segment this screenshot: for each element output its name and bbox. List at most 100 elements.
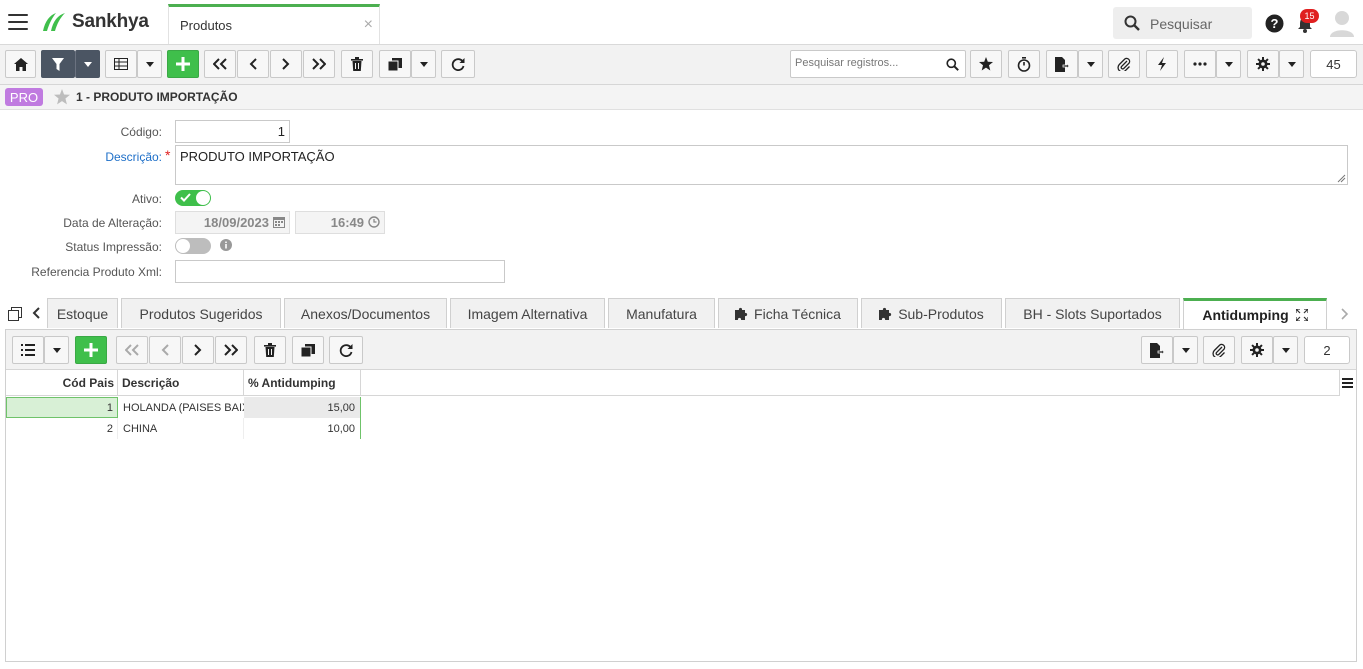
filter-button[interactable] [41,50,75,78]
app-header: Sankhya Produtos × Pesquisar ? 15 [0,0,1363,45]
file-export-icon [1055,56,1069,72]
tab-anexos-documentos[interactable]: Anexos/Documentos [284,298,447,328]
menu-icon[interactable] [8,14,28,30]
export-button[interactable] [1046,50,1078,78]
ellipsis-icon [1193,62,1207,66]
search-icon[interactable] [946,58,959,71]
next-record-button[interactable] [270,50,302,78]
resize-handle-icon[interactable] [1337,174,1346,183]
chevron-left-icon[interactable] [32,307,40,319]
tab-label: Anexos/Documentos [300,305,431,322]
records-search-input[interactable] [795,57,945,69]
detail-settings-button[interactable] [1241,336,1273,364]
tab-produtos[interactable]: Produtos × [168,4,380,44]
status-impressao-toggle[interactable] [175,238,211,254]
page-size-field[interactable]: 45 [1310,50,1357,78]
tab-bh-slots-suportados[interactable]: BH - Slots Suportados [1005,298,1180,328]
duplicate-button[interactable] [379,50,411,78]
tab-ficha-tecnica[interactable]: Ficha Técnica [718,298,858,328]
home-button[interactable] [5,50,36,78]
detail-first-button[interactable] [116,336,148,364]
tab-produtos-label: Produtos [180,18,233,33]
column-header-cod-pais[interactable]: Cód Pais [6,370,118,396]
detail-previous-button[interactable] [149,336,181,364]
last-record-button[interactable] [303,50,335,78]
actions-button[interactable] [1146,50,1178,78]
avatar[interactable] [1329,9,1355,37]
detail-export-button[interactable] [1141,336,1173,364]
file-export-icon [1150,342,1164,358]
detail-page-size-field[interactable]: 2 [1304,336,1350,364]
cell-descricao: CHINA [118,418,244,439]
ativo-toggle[interactable] [175,190,211,206]
table-row[interactable]: 2 CHINA 10,00 [6,418,361,439]
chevron-right-icon[interactable] [1341,308,1349,320]
column-header-antidumping[interactable]: % Antidumping [244,370,361,396]
data-alteracao-label: Data de Alteração: [63,216,162,230]
codigo-field[interactable]: 1 [175,120,290,143]
delete-button[interactable] [341,50,373,78]
settings-button[interactable] [1247,50,1279,78]
descricao-label: Descrição: [105,150,162,164]
tab-label: Ficha Técnica [754,305,841,322]
tab-sub-produtos[interactable]: Sub-Produtos [861,298,1002,328]
referencia-xml-field[interactable] [175,260,505,283]
tab-produtos-sugeridos[interactable]: Produtos Sugeridos [121,298,281,328]
records-search[interactable] [790,50,966,78]
detail-export-dropdown-button[interactable] [1173,336,1198,364]
tab-estoque[interactable]: Estoque [47,298,118,328]
detail-last-button[interactable] [215,336,247,364]
close-icon[interactable]: × [364,16,373,34]
detail-duplicate-button[interactable] [292,336,324,364]
refresh-icon [339,344,353,357]
attachment-button[interactable] [1108,50,1140,78]
detail-add-button[interactable] [75,336,107,364]
status-impressao-label: Status Impressão: [65,240,162,254]
help-icon[interactable]: ? [1265,14,1284,33]
expand-icon[interactable] [1295,309,1308,321]
detail-delete-button[interactable] [254,336,286,364]
more-options-dropdown-button[interactable] [1216,50,1241,78]
descricao-field[interactable]: PRODUTO IMPORTAÇÃO [175,145,1348,185]
add-record-button[interactable] [167,50,199,78]
double-chevron-right-icon [312,58,326,70]
tab-antidumping[interactable]: Antidumping [1183,298,1327,329]
caret-down-icon [1281,347,1290,353]
export-dropdown-button[interactable] [1078,50,1103,78]
table-row[interactable]: 1 HOLANDA (PAISES BAIXOS) 15,00 [6,397,361,418]
detail-refresh-button[interactable] [329,336,363,364]
grid-view-button[interactable] [105,50,137,78]
lightning-icon [1158,57,1166,71]
refresh-button[interactable] [441,50,475,78]
detail-next-button[interactable] [182,336,214,364]
column-menu-icon[interactable] [1342,378,1353,388]
copy-icon [388,57,402,71]
duplicate-dropdown-button[interactable] [411,50,436,78]
more-options-button[interactable] [1184,50,1216,78]
global-search[interactable]: Pesquisar [1113,7,1252,39]
detail-attachment-button[interactable] [1203,336,1235,364]
cell-cod-pais: 1 [6,397,118,418]
first-record-button[interactable] [204,50,236,78]
notification-badge: 15 [1300,9,1319,23]
column-header-descricao[interactable]: Descrição [118,370,244,396]
check-icon [180,193,191,202]
tab-manufatura[interactable]: Manufatura [608,298,715,328]
timer-button[interactable] [1008,50,1040,78]
detail-settings-dropdown-button[interactable] [1273,336,1298,364]
detail-list-view-dropdown-button[interactable] [44,336,69,364]
star-icon[interactable] [54,89,70,105]
filter-dropdown-button[interactable] [75,50,100,78]
copy-icon[interactable] [8,307,22,321]
settings-dropdown-button[interactable] [1279,50,1304,78]
plus-icon [84,343,98,357]
filter-icon [52,57,64,71]
tab-imagem-alternativa[interactable]: Imagem Alternativa [450,298,605,328]
detail-list-view-button[interactable] [12,336,44,364]
info-icon[interactable] [220,239,232,251]
favorite-button[interactable] [970,50,1002,78]
grid-view-dropdown-button[interactable] [137,50,162,78]
caret-down-icon [1287,61,1296,67]
tab-label: Sub-Produtos [898,305,984,322]
previous-record-button[interactable] [237,50,269,78]
